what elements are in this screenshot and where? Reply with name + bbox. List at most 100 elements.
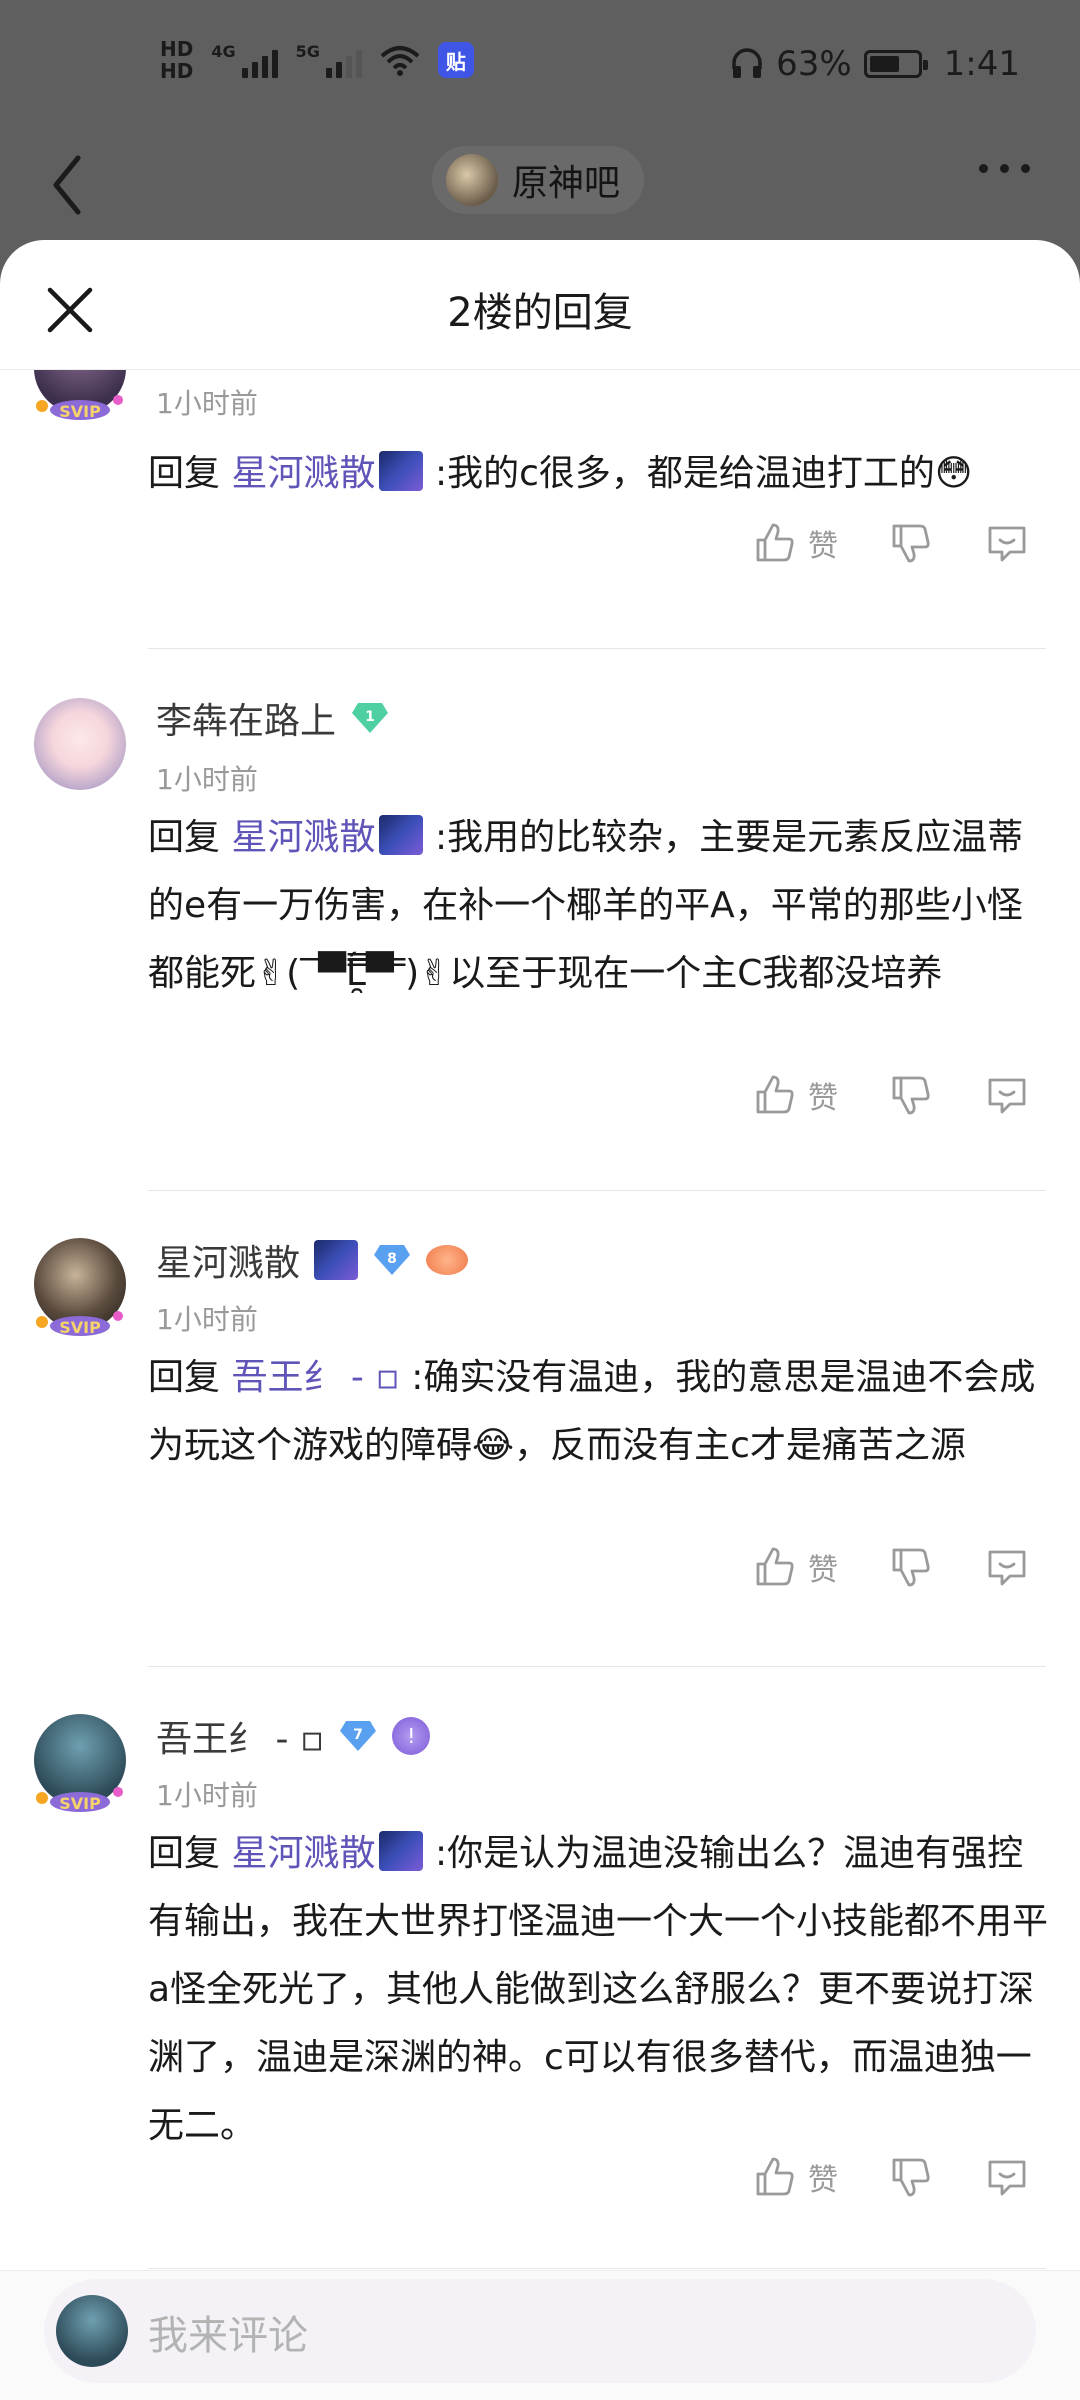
chevron-left-icon[interactable] (48, 150, 88, 220)
like-button[interactable]: 赞 (752, 520, 838, 566)
svg-text:SVIP: SVIP (59, 402, 101, 421)
reply-text: 回复 星河溅散 :我用的比较杂，主要是元素反应温蒂的e有一万伤害，在补一个椰羊的… (148, 804, 1048, 1008)
hd-indicator: HD HD (160, 38, 193, 82)
tieba-app-icon: 贴 (437, 42, 474, 78)
galaxy-emoji-icon (379, 815, 424, 855)
svg-text:SVIP: SVIP (59, 1318, 101, 1337)
reply-content: :你是认为温迪没输出么？温迪有强控有输出，我在大世界打怪温迪一个大一个小技能都不… (148, 1833, 1049, 2146)
svg-text:8: 8 (387, 1251, 397, 1267)
reply-actions: 赞 (752, 520, 1030, 566)
thumbs-up-icon (756, 1547, 794, 1586)
thumbs-down-icon[interactable] (888, 520, 934, 566)
reply-time: 1小时前 (156, 387, 258, 420)
reply-actions: 赞 (752, 2154, 1030, 2200)
avatar-frame-decoration: SVIP (36, 1311, 123, 1337)
reply-text: 回复 星河溅散 :我的c很多，都是给温迪打工的😳 (148, 440, 1048, 508)
avatar[interactable] (34, 698, 126, 790)
level-badge-icon: 7 (340, 1721, 377, 1751)
user-row: 吾王纟 - ▫ 7 ! (156, 1710, 431, 1762)
reply-item: SVIP 1小时前 回复 星河溅散 :我的c很多，都是给温迪打工的😳 赞 (0, 370, 1080, 650)
thumbs-down-icon[interactable] (888, 1072, 934, 1118)
like-label: 赞 (808, 529, 838, 564)
reply-text: 回复 星河溅散 :你是认为温迪没输出么？温迪有强控有输出，我在大世界打怪温迪一个… (148, 1820, 1048, 2160)
galaxy-emoji-icon (379, 451, 424, 491)
username[interactable]: 吾王纟 - ▫ (156, 1710, 324, 1762)
svg-text:1: 1 (365, 709, 375, 725)
thumbs-up-icon (756, 523, 794, 562)
divider (148, 2268, 1046, 2269)
my-avatar (56, 2295, 128, 2367)
username[interactable]: 李犇在路上 (156, 692, 336, 744)
chat-bubble-icon[interactable] (984, 2154, 1030, 2200)
svg-text:SVIP: SVIP (59, 1794, 101, 1813)
chat-bubble-icon[interactable] (984, 1072, 1030, 1118)
level-badge-icon: 1 (352, 703, 389, 733)
divider (148, 1666, 1046, 1667)
like-label: 赞 (808, 1081, 838, 1116)
reply-time: 1小时前 (156, 763, 258, 796)
mention-link[interactable]: 星河溅散 (231, 817, 375, 858)
comment-input[interactable]: 我来评论 (44, 2279, 1036, 2383)
reply-item: SVIP 吾王纟 - ▫ 7 ! 1小时前 回复 星河溅散 :你是认为温迪没输出… (0, 1668, 1080, 2270)
thumbs-down-icon[interactable] (888, 2154, 934, 2200)
thumbs-down-icon[interactable] (888, 1544, 934, 1590)
forum-name: 原神吧 (512, 163, 621, 204)
hd1-label: HD (160, 37, 194, 61)
avatar[interactable]: SVIP (34, 1714, 126, 1813)
sheet-title: 2楼的回复 (447, 290, 633, 336)
reply-content: :我的c很多，都是给温迪打工的😳 (434, 453, 973, 494)
chat-bubble-icon[interactable] (984, 520, 1030, 566)
reply-prefix: 回复 (148, 453, 221, 494)
forum-title-pill[interactable]: 原神吧 (432, 146, 645, 214)
reply-text: 回复 吾王纟 - ▫ :确实没有温迪，我的意思是温迪不会成为玩这个游戏的障碍😂，… (148, 1344, 1048, 1480)
mention-link[interactable]: 星河溅散 (231, 453, 375, 494)
headphones-icon (732, 48, 762, 78)
like-button[interactable]: 赞 (752, 1544, 838, 1590)
thumbs-up-icon (756, 1075, 794, 1114)
mention-link[interactable]: 吾王纟 - ▫ (231, 1357, 399, 1398)
reply-time: 1小时前 (156, 1303, 258, 1336)
signal-2-icon: 5G (296, 42, 362, 78)
net1-label: 4G (211, 42, 236, 61)
reply-prefix: 回复 (148, 1833, 221, 1874)
reply-actions: 赞 (752, 1072, 1030, 1118)
like-button[interactable]: 赞 (752, 2154, 838, 2200)
galaxy-emoji-icon (379, 1831, 424, 1871)
sheet-header: 2楼的回复 (0, 240, 1080, 370)
forum-avatar (446, 154, 498, 206)
replies-sheet: 2楼的回复 SVIP 1小时前 回复 星河溅散 :我的c很多，都是给温迪打工的😳 (0, 240, 1080, 2400)
net2-label: 5G (295, 42, 320, 61)
username[interactable]: 星河溅散 (156, 1234, 300, 1286)
svg-text:7: 7 (353, 1727, 363, 1743)
reply-prefix: 回复 (148, 817, 221, 858)
user-row: 李犇在路上 1 (156, 692, 390, 744)
battery-icon (863, 50, 928, 78)
like-label: 赞 (808, 1553, 838, 1588)
comment-placeholder: 我来评论 (148, 2313, 308, 2359)
signal-1-icon: 4G (211, 42, 278, 78)
gamepad-badge-icon (426, 1245, 469, 1275)
galaxy-emoji-icon (314, 1240, 359, 1280)
comment-composer: 我来评论 (0, 2270, 1080, 2400)
clock: 1:41 (943, 44, 1020, 84)
reply-list[interactable]: SVIP 1小时前 回复 星河溅散 :我的c很多，都是给温迪打工的😳 赞 李犇在… (0, 370, 1080, 2270)
battery-percent: 63% (776, 44, 852, 84)
reply-item: SVIP 星河溅散 8 1小时前 回复 吾王纟 - ▫ :确实没有温迪，我的意思… (0, 1192, 1080, 1668)
user-row: 星河溅散 8 (156, 1234, 469, 1286)
alert-badge-icon: ! (392, 1717, 431, 1755)
divider (148, 648, 1046, 649)
wifi-icon (380, 46, 420, 76)
chat-bubble-icon[interactable] (984, 1544, 1030, 1590)
level-badge-icon: 8 (374, 1245, 411, 1275)
avatar-frame-decoration: SVIP (36, 1787, 123, 1813)
like-label: 赞 (808, 2163, 838, 2198)
avatar[interactable]: SVIP (34, 370, 126, 421)
more-horizontal-icon[interactable] (979, 164, 1030, 173)
avatar[interactable]: SVIP (34, 1238, 126, 1337)
reply-actions: 赞 (752, 1544, 1030, 1590)
avatar-frame-decoration: SVIP (36, 395, 123, 421)
mention-link[interactable]: 星河溅散 (231, 1833, 375, 1874)
like-button[interactable]: 赞 (752, 1072, 838, 1118)
thumbs-up-icon (756, 2157, 794, 2196)
hd2-label: HD (160, 59, 194, 83)
